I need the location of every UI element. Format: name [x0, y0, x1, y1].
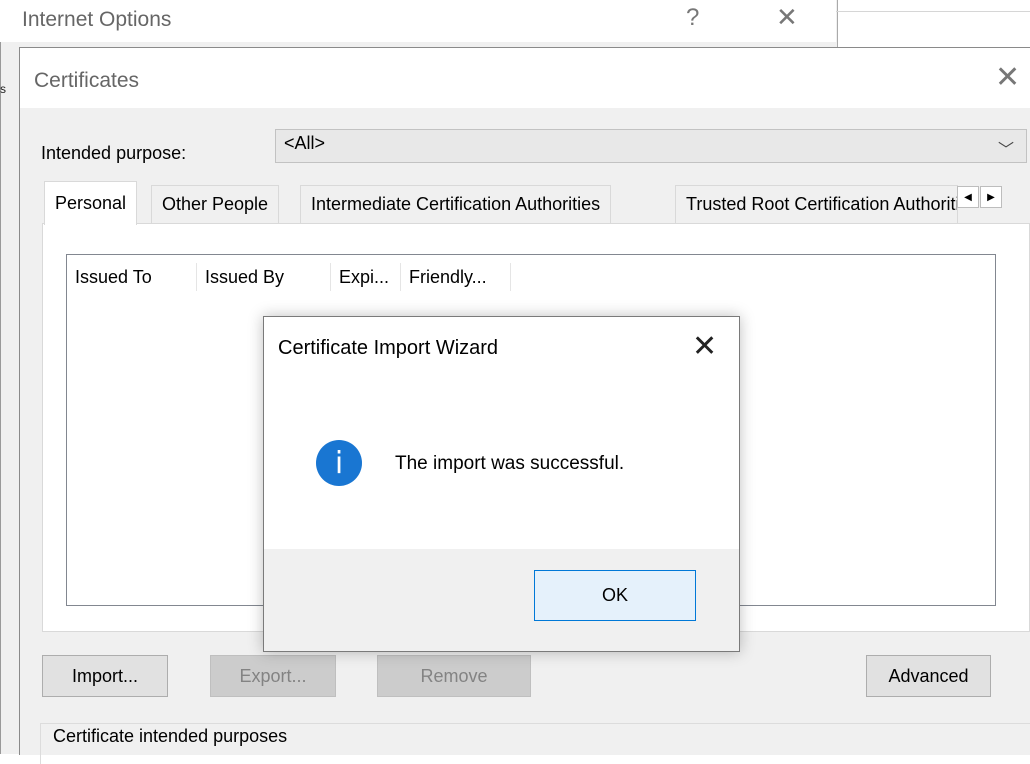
ok-button[interactable]: OK — [534, 570, 696, 621]
advanced-button[interactable]: Advanced — [866, 655, 991, 697]
intended-purposes-label: Certificate intended purposes — [51, 726, 290, 747]
info-icon: i — [316, 440, 362, 486]
column-header-issued-to[interactable]: Issued To — [67, 263, 197, 291]
close-icon[interactable]: ✕ — [692, 329, 717, 364]
tab-other-people[interactable]: Other People — [151, 185, 280, 223]
intended-purpose-label: Intended purpose: — [41, 143, 187, 163]
internet-options-title: Internet Options — [22, 8, 172, 31]
intended-purpose-value: <All> — [284, 133, 326, 153]
help-icon[interactable]: ? — [686, 4, 699, 32]
dialog-title: Certificates — [34, 69, 140, 92]
tab-scroll-right-icon[interactable]: ▶ — [980, 186, 1002, 208]
export-button[interactable]: Export... — [210, 655, 336, 697]
remove-button[interactable]: Remove — [377, 655, 531, 697]
column-header-expiration[interactable]: Expi... — [331, 263, 401, 291]
import-wizard-message-box: Certificate Import Wizard ✕ i The import… — [263, 316, 740, 652]
tab-trusted-root-certification-authorities[interactable]: Trusted Root Certification Authorities — [675, 185, 958, 223]
certificates-titlebar: Certificates ✕ — [20, 48, 1030, 108]
message-box-title: Certificate Import Wizard — [278, 337, 499, 359]
tab-scroll-left-icon[interactable]: ◀ — [957, 186, 979, 208]
import-button[interactable]: Import... — [42, 655, 168, 697]
internet-options-titlebar: Internet Options ? ✕ — [0, 0, 836, 42]
chevron-down-icon: ﹀ — [998, 142, 1015, 159]
divider — [836, 11, 1030, 12]
close-icon[interactable]: ✕ — [995, 60, 1020, 95]
column-header-issued-by[interactable]: Issued By — [197, 263, 331, 291]
close-icon[interactable]: ✕ — [776, 2, 798, 33]
column-header-friendly-name[interactable]: Friendly... — [401, 263, 511, 291]
intended-purpose-select[interactable]: <All> ﹀ — [275, 129, 1027, 163]
tab-intermediate-certification-authorities[interactable]: Intermediate Certification Authorities — [300, 185, 612, 223]
edge-text-fragment: s — [0, 82, 6, 96]
message-text: The import was successful. — [395, 453, 625, 474]
tab-personal[interactable]: Personal — [44, 181, 138, 225]
